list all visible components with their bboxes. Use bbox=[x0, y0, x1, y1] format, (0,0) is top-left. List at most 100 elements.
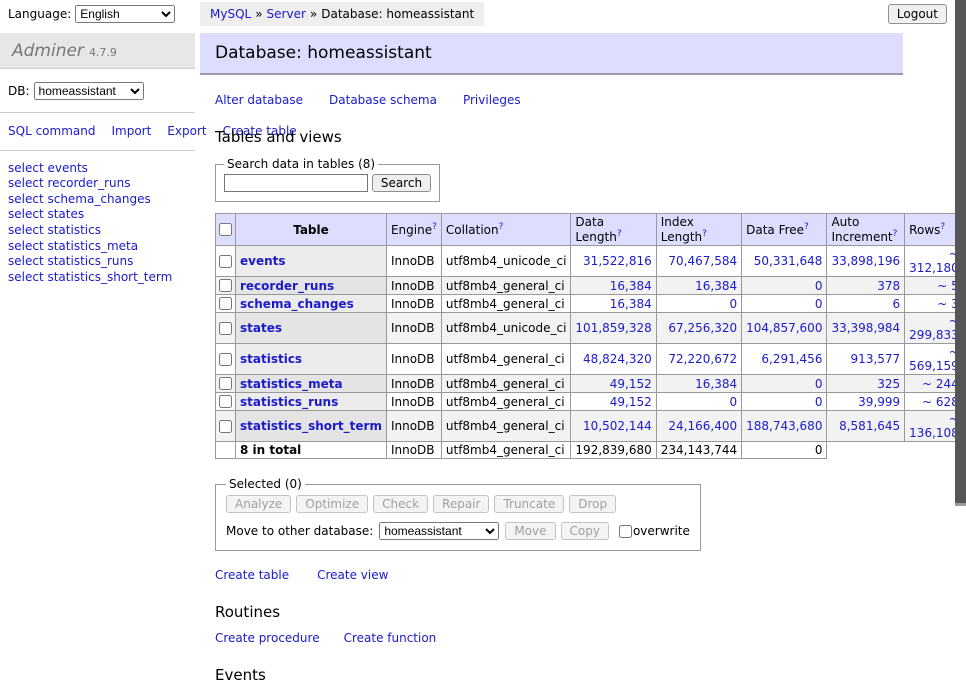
column-help-link[interactable]: ? bbox=[940, 222, 945, 232]
auto-increment-link[interactable]: 913,577 bbox=[851, 352, 901, 366]
data-length-link[interactable]: 49,152 bbox=[610, 377, 652, 391]
row-checkbox[interactable] bbox=[219, 297, 232, 310]
check-button[interactable]: Check bbox=[373, 495, 428, 513]
sidebar-item-select-states[interactable]: select states bbox=[8, 207, 84, 221]
index-length-link[interactable]: 70,467,584 bbox=[668, 254, 737, 268]
sidebar-import-link[interactable]: Import bbox=[111, 124, 151, 138]
data-length-link[interactable]: 101,859,328 bbox=[575, 321, 651, 335]
column-help-link[interactable]: ? bbox=[617, 229, 622, 239]
alter-database-link[interactable]: Alter database bbox=[215, 93, 303, 107]
rows-count-link[interactable]: ~ 299,833 bbox=[909, 314, 959, 342]
sidebar-item-select-schema_changes[interactable]: select schema_changes bbox=[8, 192, 151, 206]
rows-count-link[interactable]: ~ 628 bbox=[922, 395, 959, 409]
index-length-link[interactable]: 24,166,400 bbox=[668, 419, 737, 433]
data-length-link[interactable]: 10,502,144 bbox=[583, 419, 652, 433]
column-help-link[interactable]: ? bbox=[893, 229, 898, 239]
index-length-link[interactable]: 0 bbox=[729, 395, 737, 409]
adminer-brand-link[interactable]: Adminer bbox=[12, 41, 84, 61]
data-length-link[interactable]: 49,152 bbox=[610, 395, 652, 409]
row-checkbox[interactable] bbox=[219, 420, 232, 433]
data-free-link[interactable]: 0 bbox=[815, 279, 823, 293]
sidebar-item-select-statistics_meta[interactable]: select statistics_meta bbox=[8, 239, 138, 253]
language-select[interactable]: English bbox=[75, 5, 175, 23]
data-free-link[interactable]: 6,291,456 bbox=[761, 352, 822, 366]
auto-increment-link[interactable]: 378 bbox=[877, 279, 900, 293]
data-length-link[interactable]: 16,384 bbox=[610, 297, 652, 311]
auto-increment-link[interactable]: 33,898,196 bbox=[831, 254, 900, 268]
rows-count-link[interactable]: ~ 244 bbox=[922, 377, 959, 391]
row-checkbox[interactable] bbox=[219, 279, 232, 292]
rows-count-link[interactable]: ~ 569,159 bbox=[909, 345, 959, 373]
auto-increment-link[interactable]: 33,398,984 bbox=[831, 321, 900, 335]
rows-count-link[interactable]: ~ 312,180 bbox=[909, 247, 959, 275]
select-all-checkbox[interactable] bbox=[219, 223, 232, 236]
data-free-link[interactable]: 104,857,600 bbox=[746, 321, 822, 335]
search-input[interactable] bbox=[224, 174, 368, 192]
data-free-link[interactable]: 50,331,648 bbox=[754, 254, 823, 268]
index-length-link[interactable]: 16,384 bbox=[695, 279, 737, 293]
sidebar-item-select-events[interactable]: select events bbox=[8, 161, 88, 175]
table-name-link[interactable]: statistics_short_term bbox=[240, 419, 382, 433]
data-free-link[interactable]: 188,743,680 bbox=[746, 419, 822, 433]
sidebar-item-select-statistics_runs[interactable]: select statistics_runs bbox=[8, 254, 133, 268]
sidebar-item-select-statistics_short_term[interactable]: select statistics_short_term bbox=[8, 270, 172, 284]
truncate-button[interactable]: Truncate bbox=[494, 495, 564, 513]
drop-button[interactable]: Drop bbox=[569, 495, 616, 513]
data-free-link[interactable]: 0 bbox=[815, 395, 823, 409]
index-length-link[interactable]: 16,384 bbox=[695, 377, 737, 391]
row-checkbox[interactable] bbox=[219, 395, 232, 408]
logout-button[interactable]: Logout bbox=[888, 4, 947, 24]
breadcrumb-mysql-link[interactable]: MySQL bbox=[210, 7, 251, 21]
vertical-scrollbar[interactable] bbox=[955, 0, 966, 543]
create-procedure-link[interactable]: Create procedure bbox=[215, 631, 320, 645]
move-database-select[interactable]: homeassistant bbox=[379, 522, 499, 540]
copy-button[interactable]: Copy bbox=[561, 522, 609, 540]
column-help-link[interactable]: ? bbox=[499, 222, 504, 232]
table-name-link[interactable]: recorder_runs bbox=[240, 279, 334, 293]
sidebar-item-select-recorder_runs[interactable]: select recorder_runs bbox=[8, 176, 131, 190]
column-help-link[interactable]: ? bbox=[432, 222, 437, 232]
db-select[interactable]: homeassistant bbox=[34, 82, 144, 100]
column-help-link[interactable]: ? bbox=[804, 222, 809, 232]
index-length-link[interactable]: 67,256,320 bbox=[668, 321, 737, 335]
index-length-link[interactable]: 0 bbox=[729, 297, 737, 311]
auto-increment-link[interactable]: 39,999 bbox=[858, 395, 900, 409]
sidebar-item-select-statistics[interactable]: select statistics bbox=[8, 223, 101, 237]
data-length-link[interactable]: 31,522,816 bbox=[583, 254, 652, 268]
column-help-link[interactable]: ? bbox=[702, 229, 707, 239]
auto-increment-link[interactable]: 325 bbox=[877, 377, 900, 391]
table-name-link[interactable]: statistics_meta bbox=[240, 377, 343, 391]
overwrite-checkbox[interactable] bbox=[619, 525, 632, 538]
rows-count-link[interactable]: ~ 136,108 bbox=[909, 412, 959, 440]
create-view-link[interactable]: Create view bbox=[317, 568, 388, 582]
create-function-link[interactable]: Create function bbox=[344, 631, 437, 645]
index-length-link[interactable]: 72,220,672 bbox=[668, 352, 737, 366]
data-length-link[interactable]: 48,824,320 bbox=[583, 352, 652, 366]
move-button[interactable]: Move bbox=[505, 522, 555, 540]
repair-button[interactable]: Repair bbox=[433, 495, 489, 513]
optimize-button[interactable]: Optimize bbox=[296, 495, 368, 513]
data-length-link[interactable]: 16,384 bbox=[610, 279, 652, 293]
breadcrumb-server-link[interactable]: Server bbox=[267, 7, 306, 21]
data-free-link[interactable]: 0 bbox=[815, 377, 823, 391]
database-schema-link[interactable]: Database schema bbox=[329, 93, 437, 107]
table-name-link[interactable]: statistics_runs bbox=[240, 395, 338, 409]
row-checkbox[interactable] bbox=[219, 255, 232, 268]
table-name-link[interactable]: states bbox=[240, 321, 282, 335]
row-checkbox[interactable] bbox=[219, 377, 232, 390]
data-free-link[interactable]: 0 bbox=[815, 297, 823, 311]
row-checkbox[interactable] bbox=[219, 322, 232, 335]
table-name-link[interactable]: statistics bbox=[240, 352, 302, 366]
auto-increment-link[interactable]: 6 bbox=[893, 297, 901, 311]
sidebar-sql-command-link[interactable]: SQL command bbox=[8, 124, 95, 138]
create-table-link[interactable]: Create table bbox=[215, 568, 289, 582]
table-name-link[interactable]: schema_changes bbox=[240, 297, 354, 311]
scrollbar-thumb[interactable] bbox=[955, 0, 966, 503]
table-name-link[interactable]: events bbox=[240, 254, 286, 268]
privileges-link[interactable]: Privileges bbox=[463, 93, 521, 107]
auto-increment-link[interactable]: 8,581,645 bbox=[839, 419, 900, 433]
row-checkbox[interactable] bbox=[219, 353, 232, 366]
analyze-button[interactable]: Analyze bbox=[226, 495, 291, 513]
search-button[interactable]: Search bbox=[372, 174, 431, 192]
data-free-cell: 50,331,648 bbox=[742, 246, 827, 277]
